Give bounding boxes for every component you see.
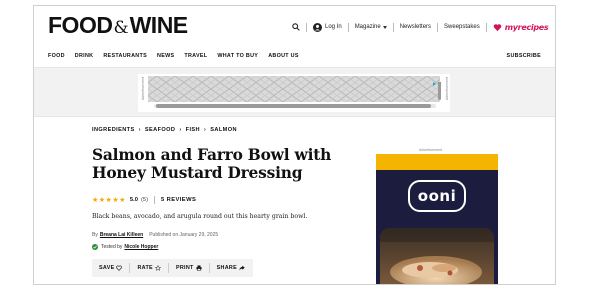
breadcrumb-item-ingredients[interactable]: INGREDIENTS — [92, 127, 135, 133]
rate-label: RATE — [137, 265, 153, 271]
heart-icon — [116, 265, 123, 271]
divider — [154, 196, 156, 204]
side-ad-yellow-bar — [376, 154, 498, 170]
login-link[interactable]: Log In — [313, 22, 342, 32]
share-button[interactable]: SHARE — [210, 265, 252, 271]
side-ad[interactable]: ooni — [376, 154, 498, 284]
share-arrow-icon — [239, 265, 245, 271]
adchoices-icon[interactable] — [432, 74, 442, 87]
chevron-down-icon — [382, 25, 387, 29]
tested-label: Tested by — [101, 244, 123, 250]
reviews-link[interactable]: 5 REVIEWS — [161, 197, 196, 203]
site-logo[interactable]: FOOD & WINE — [48, 12, 188, 38]
nav-item-news[interactable]: NEWS — [157, 53, 174, 59]
myrecipes-label: myrecipes — [504, 22, 549, 32]
ad-label: Advertisement — [141, 77, 145, 101]
divider — [347, 22, 349, 32]
nav-item-drink[interactable]: DRINK — [75, 53, 94, 59]
byline: By Breana Lai Killeen Published on Janua… — [92, 232, 218, 238]
breadcrumb-item-seafood[interactable]: SEAFOOD — [145, 127, 175, 133]
divider — [437, 22, 439, 32]
divider — [392, 22, 394, 32]
ooni-logo: ooni — [408, 180, 466, 212]
ooni-brand-text: ooni — [417, 187, 457, 205]
article-description: Black beans, avocado, and arugula round … — [92, 213, 308, 220]
search-icon[interactable] — [292, 23, 300, 31]
magazine-dropdown[interactable]: Magazine — [355, 24, 387, 30]
ad-horizontal-scrollbar[interactable] — [154, 104, 436, 108]
check-circle-icon — [92, 244, 98, 250]
divider — [485, 22, 487, 32]
nav-item-what-to-buy[interactable]: WHAT TO BUY — [217, 53, 258, 59]
chevron-right-icon: › — [203, 127, 207, 133]
star-rating-icon[interactable]: ★★★★★ — [92, 196, 126, 204]
breadcrumb-item-fish[interactable]: FISH — [186, 127, 200, 133]
ad-vertical-scrollbar[interactable] — [438, 82, 441, 100]
chevron-right-icon: › — [138, 127, 141, 133]
breadcrumb: INGREDIENTS › SEAFOOD › FISH › SALMON — [92, 127, 237, 133]
scrollbar-thumb[interactable] — [156, 104, 431, 108]
ad-pattern-image[interactable] — [148, 76, 440, 102]
login-label: Log In — [325, 24, 342, 30]
nav-item-travel[interactable]: TRAVEL — [184, 53, 207, 59]
magazine-label: Magazine — [354, 24, 381, 30]
heart-icon — [493, 23, 502, 32]
rate-button[interactable]: RATE — [130, 265, 167, 271]
user-icon — [313, 22, 322, 32]
nav-item-restaurants[interactable]: RESTAURANTS — [103, 53, 147, 59]
save-label: SAVE — [99, 265, 115, 271]
pizza-photo — [380, 228, 494, 284]
main-nav: FOOD DRINK RESTAURANTS NEWS TRAVEL WHAT … — [48, 51, 541, 61]
chevron-right-icon: › — [179, 127, 182, 133]
tester-link[interactable]: Nicole Hopper — [124, 244, 158, 250]
printer-icon — [196, 265, 202, 271]
newsletters-link[interactable]: Newsletters — [400, 24, 431, 30]
save-button[interactable]: SAVE — [92, 265, 129, 271]
star-icon — [154, 265, 161, 271]
utility-bar: Log In Magazine Newsletters Sweepstakes … — [292, 21, 549, 33]
page-title: Salmon and Farro Bowl with Honey Mustard… — [92, 146, 332, 182]
action-bar: SAVE RATE PRINT SHARE — [92, 259, 253, 277]
side-ad-label: Advertisement — [419, 148, 442, 152]
nav-item-food[interactable]: FOOD — [48, 53, 65, 59]
logo-word-food: FOOD — [48, 12, 113, 38]
print-label: PRINT — [175, 265, 194, 271]
ad-label: Advertisement — [445, 77, 449, 101]
logo-ampersand: & — [113, 18, 129, 38]
breadcrumb-item-salmon[interactable]: SALMON — [210, 127, 237, 133]
browser-page: FOOD & WINE Log In Magazine Newsletters … — [33, 5, 556, 285]
subscribe-link[interactable]: SUBSCRIBE — [507, 53, 541, 59]
rating-value: 5.0 — [129, 197, 138, 203]
print-button[interactable]: PRINT — [169, 265, 209, 271]
sweepstakes-link[interactable]: Sweepstakes — [444, 24, 480, 30]
published-date: Published on January 29, 2025 — [149, 232, 219, 238]
logo-word-wine: WINE — [129, 12, 189, 38]
rating-row: ★★★★★ 5.0 (5) 5 REVIEWS — [92, 195, 196, 205]
top-ad-band: Advertisement Advertisement — [34, 67, 555, 117]
tested-by: Tested by Nicole Hopper — [92, 244, 158, 250]
nav-item-about-us[interactable]: ABOUT US — [268, 53, 299, 59]
byline-prefix: By — [92, 232, 98, 238]
author-link[interactable]: Breana Lai Killeen — [100, 232, 143, 238]
myrecipes-link[interactable]: myrecipes — [493, 23, 549, 32]
rating-count: (5) — [140, 197, 149, 203]
share-label: SHARE — [216, 265, 238, 271]
divider — [306, 22, 307, 32]
